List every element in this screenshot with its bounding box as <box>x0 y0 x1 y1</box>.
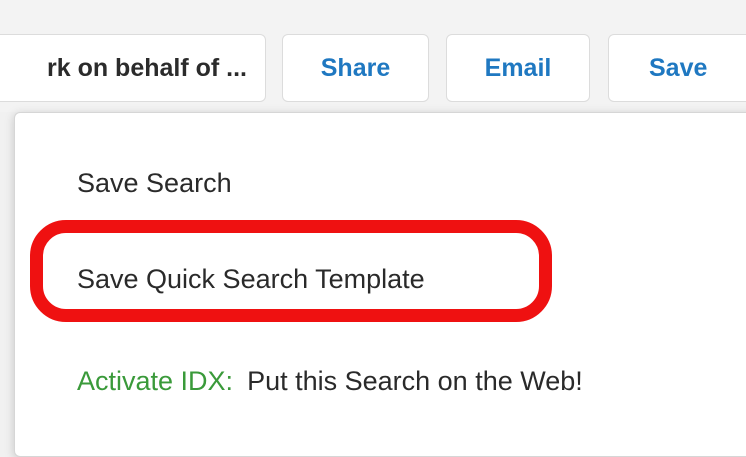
share-button[interactable]: Share <box>282 34 429 102</box>
menu-item-activate-idx[interactable]: Activate IDX: Put this Search on the Web! <box>77 366 583 397</box>
email-label: Email <box>484 53 552 82</box>
activate-idx-text: Put this Search on the Web! <box>247 366 583 396</box>
work-on-behalf-label: rk on behalf of ... <box>46 53 247 82</box>
work-on-behalf-button[interactable]: rk on behalf of ... <box>0 34 266 102</box>
toolbar: rk on behalf of ... Share Email Save <box>0 0 746 112</box>
menu-item-save-search[interactable]: Save Search <box>77 168 232 199</box>
save-label: Save <box>649 53 708 82</box>
email-button[interactable]: Email <box>446 34 590 102</box>
save-button[interactable]: Save <box>608 34 746 102</box>
share-label: Share <box>320 53 391 82</box>
save-dropdown-menu: Save Search Save Quick Search Template A… <box>14 112 746 457</box>
menu-item-save-quick-search-template[interactable]: Save Quick Search Template <box>77 264 425 295</box>
activate-idx-label: Activate IDX: <box>77 366 234 396</box>
